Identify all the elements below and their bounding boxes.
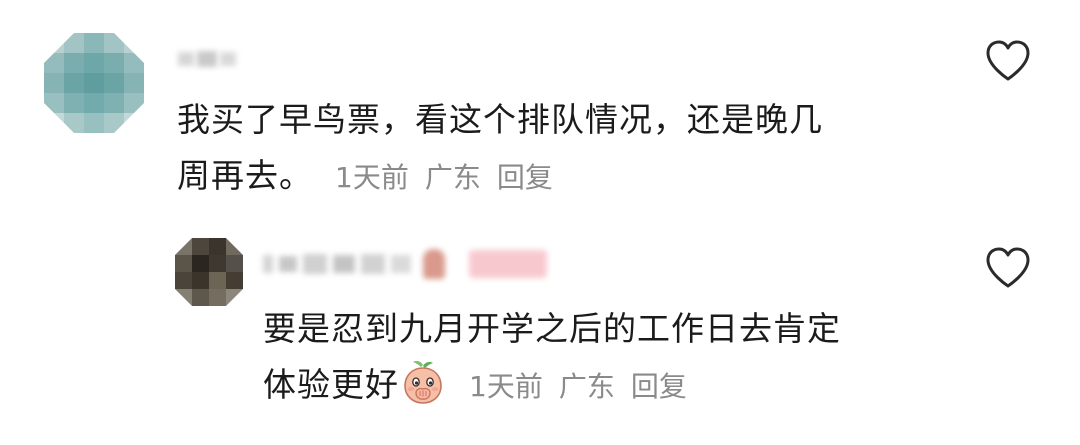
- comment-text: 要是忍到九月开学之后的工作日去肯定 体验更好 1天前 广东 回复: [263, 301, 841, 415]
- comment-time: 1天前: [335, 161, 409, 194]
- comment-text-line-1: 要是忍到九月开学之后的工作日去肯定: [263, 309, 841, 348]
- username-blurred[interactable]: [263, 246, 547, 282]
- fan-badge-icon: [423, 249, 445, 279]
- comment-location: 广东: [558, 370, 615, 403]
- comment-meta: 1天前 广东 回复: [469, 370, 687, 403]
- avatar[interactable]: [44, 33, 144, 133]
- comment-meta: 1天前 广东 回复: [335, 161, 553, 194]
- comment-text-line-1: 我买了早鸟票，看这个排队情况，还是晚几: [177, 100, 823, 139]
- comment-text: 我买了早鸟票，看这个排队情况，还是晚几 周再去。 1天前 广东 回复: [177, 92, 823, 206]
- username-blurred[interactable]: [178, 44, 236, 74]
- peach-face-covering-mouth-emoji-icon: [404, 361, 442, 404]
- comment-text-line-2: 体验更好: [263, 365, 399, 404]
- comment-location: 广东: [424, 161, 481, 194]
- heart-outline-icon[interactable]: [984, 38, 1032, 84]
- level-badge: [469, 250, 547, 278]
- comment-time: 1天前: [469, 370, 543, 403]
- reply-button[interactable]: 回复: [631, 370, 687, 403]
- reply-button[interactable]: 回复: [497, 161, 553, 194]
- avatar[interactable]: [175, 238, 243, 306]
- heart-outline-icon[interactable]: [984, 245, 1032, 291]
- comment-text-line-2: 周再去。: [177, 156, 313, 195]
